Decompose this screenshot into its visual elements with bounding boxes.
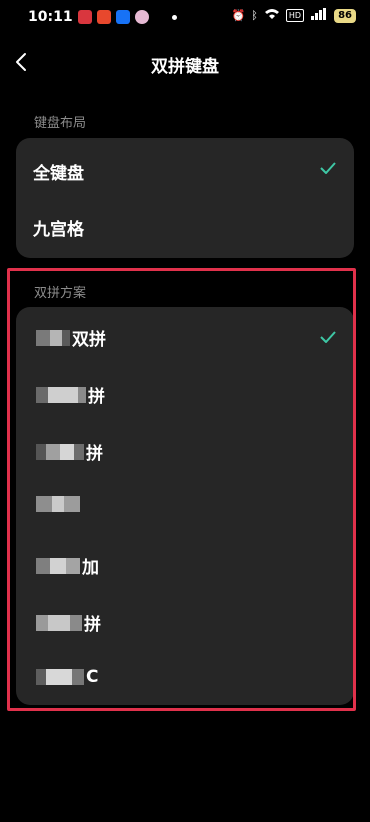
section-label-keyboard-layout: 键盘布局 bbox=[34, 116, 87, 131]
option-full-keyboard[interactable]: 全键盘 bbox=[16, 142, 354, 198]
checkmark-icon bbox=[320, 162, 336, 174]
option-label: 九宫格 bbox=[33, 220, 84, 240]
status-system-icons: ⏰ ᛒ HD 86 bbox=[232, 8, 356, 23]
option-nine-grid[interactable]: 九宫格 bbox=[16, 198, 354, 254]
status-notification-icons bbox=[78, 10, 177, 24]
battery-indicator: 86 bbox=[334, 8, 356, 23]
wifi-icon bbox=[264, 8, 280, 23]
bluetooth-icon: ᛒ bbox=[251, 9, 258, 22]
option-label: 全键盘 bbox=[33, 164, 84, 184]
status-time: 10:11 bbox=[28, 9, 73, 25]
status-bar: 10:11 ⏰ ᛒ HD 86 bbox=[0, 0, 370, 34]
signal-icon bbox=[310, 8, 328, 23]
header: 双拼键盘 bbox=[0, 40, 370, 84]
highlight-annotation-box bbox=[7, 268, 356, 711]
app-icon bbox=[135, 10, 149, 24]
more-notifications-dot bbox=[172, 14, 177, 20]
alarm-icon: ⏰ bbox=[231, 9, 246, 22]
zhihu-app-icon bbox=[116, 10, 130, 24]
weibo-app-icon bbox=[97, 10, 111, 24]
news-app-icon bbox=[78, 10, 92, 24]
page-title: 双拼键盘 bbox=[151, 57, 219, 77]
keyboard-layout-card: 全键盘 九宫格 bbox=[16, 138, 354, 258]
hd-badge: HD bbox=[285, 9, 305, 22]
